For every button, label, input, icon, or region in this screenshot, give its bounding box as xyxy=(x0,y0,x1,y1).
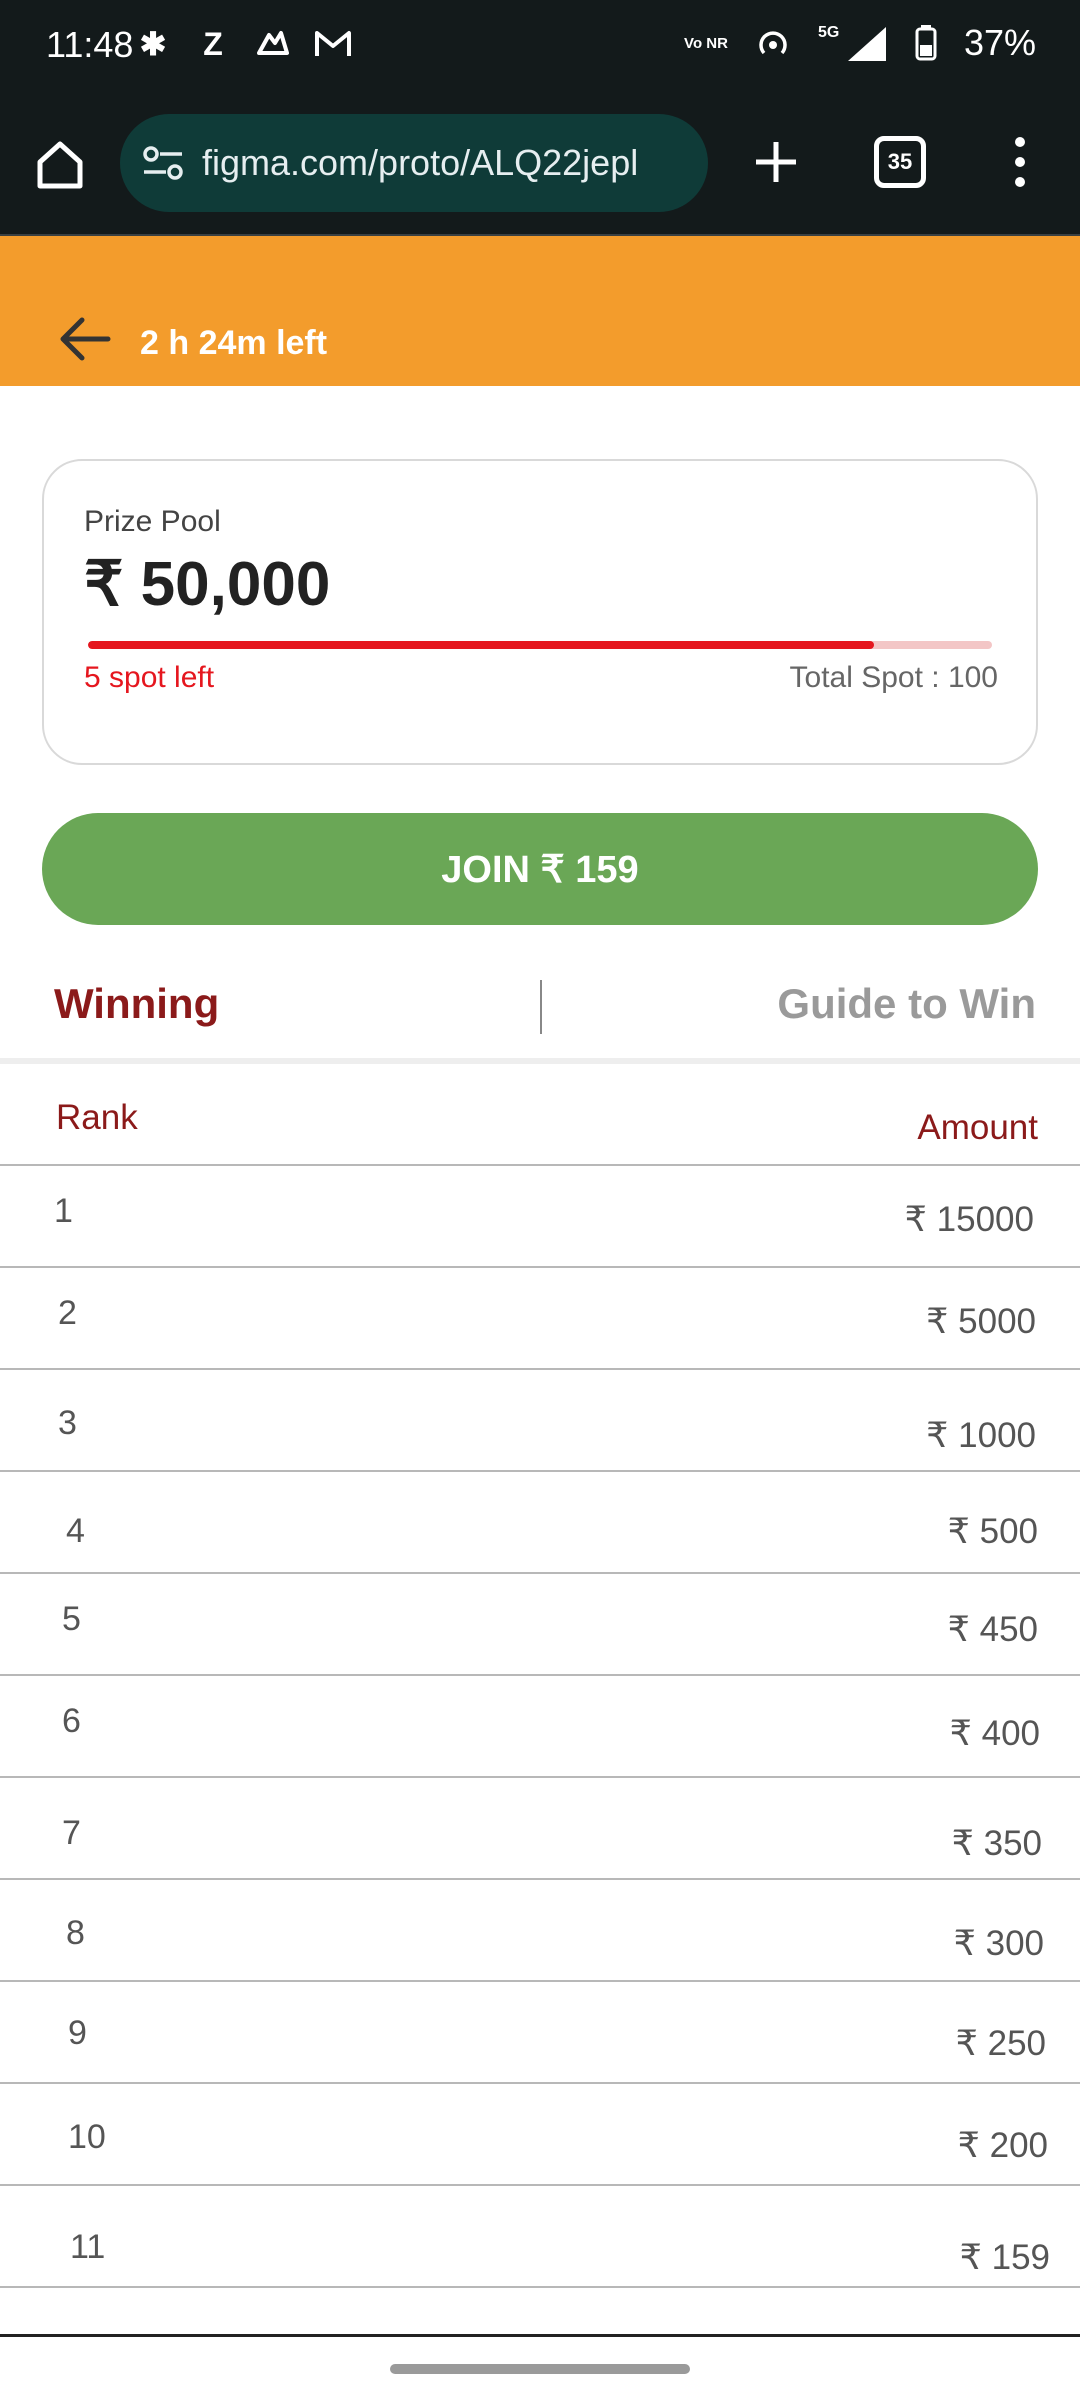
url-text: figma.com/proto/ALQ22jepl xyxy=(202,142,639,183)
new-tab-icon[interactable] xyxy=(748,134,804,190)
row-amount: ₹ 200 xyxy=(957,2126,1048,2165)
row-rank: 1 xyxy=(54,1192,73,1230)
table-row: 4 ₹ 500 xyxy=(0,1472,1080,1574)
battery-icon xyxy=(914,23,938,63)
table-row: 3 ₹ 1000 xyxy=(0,1370,1080,1472)
bottom-divider xyxy=(0,2334,1080,2337)
row-rank: 10 xyxy=(68,2118,106,2156)
row-amount: ₹ 15000 xyxy=(904,1200,1034,1239)
tab-divider xyxy=(540,980,542,1034)
vonr-icon: Vo NR xyxy=(684,34,728,52)
row-amount: ₹ 300 xyxy=(953,1924,1044,1963)
row-rank: 9 xyxy=(68,2014,87,2052)
spots-progress-bar xyxy=(88,641,992,649)
row-amount: ₹ 250 xyxy=(955,2024,1046,2063)
row-rank: 8 xyxy=(66,1914,85,1952)
total-spot-text: Total Spot : 100 xyxy=(789,661,998,694)
row-amount: ₹ 400 xyxy=(949,1714,1040,1753)
svg-text:5G: 5G xyxy=(818,24,839,41)
z-icon: Z xyxy=(203,25,223,62)
table-row: 7 ₹ 350 xyxy=(0,1778,1080,1880)
table-row: 1 ₹ 15000 xyxy=(0,1166,1080,1268)
gmail-icon xyxy=(314,24,352,64)
row-rank: 11 xyxy=(70,2228,106,2266)
hotspot-icon xyxy=(754,23,792,63)
spots-progress-fill xyxy=(88,641,875,649)
battery-percent: 37% xyxy=(963,22,1036,63)
row-rank: 2 xyxy=(58,1294,77,1332)
status-bar: 11:48 ✱ Z Vo NR 5G 37% xyxy=(0,0,1080,94)
row-amount: ₹ 5000 xyxy=(926,1302,1036,1341)
prize-pool-label: Prize Pool xyxy=(84,505,221,538)
table-row: 11 ₹ 159 xyxy=(0,2186,1080,2288)
table-row: 2 ₹ 5000 xyxy=(0,1268,1080,1370)
join-button[interactable]: JOIN ₹ 159 xyxy=(42,813,1038,925)
signal-5g-icon: 5G xyxy=(818,23,888,63)
back-arrow-icon[interactable] xyxy=(58,316,112,362)
prize-pool-amount: ₹ 50,000 xyxy=(84,550,331,619)
gesture-home-indicator[interactable] xyxy=(390,2364,690,2374)
tab-switcher-button[interactable]: 35 xyxy=(874,136,926,188)
row-amount: ₹ 1000 xyxy=(926,1416,1036,1455)
site-settings-icon[interactable] xyxy=(138,138,188,188)
row-rank: 7 xyxy=(62,1814,81,1852)
system-icons: Vo NR 5G 37% xyxy=(684,22,1036,64)
notification-icons: ✱ Z xyxy=(134,24,352,64)
tabs-divider-line xyxy=(0,1058,1080,1064)
more-menu-icon[interactable] xyxy=(1000,134,1040,190)
table-row: 6 ₹ 400 xyxy=(0,1676,1080,1778)
home-icon[interactable] xyxy=(30,134,90,194)
table-row: 8 ₹ 300 xyxy=(0,1880,1080,1982)
row-amount: ₹ 350 xyxy=(951,1824,1042,1863)
prize-pool-card: Prize Pool ₹ 50,000 5 spot left Total Sp… xyxy=(42,459,1038,765)
row-amount: ₹ 450 xyxy=(947,1610,1038,1649)
amount-column-header: Amount xyxy=(917,1108,1038,1147)
table-row: 5 ₹ 450 xyxy=(0,1574,1080,1676)
rank-column-header: Rank xyxy=(56,1098,138,1137)
browser-toolbar: figma.com/proto/ALQ22jepl 35 xyxy=(0,94,1080,236)
row-rank: 6 xyxy=(62,1702,81,1740)
slack-icon: ✱ xyxy=(139,26,167,62)
row-amount: ₹ 500 xyxy=(947,1512,1038,1551)
address-bar[interactable]: figma.com/proto/ALQ22jepl xyxy=(120,114,708,212)
table-row: 9 ₹ 250 xyxy=(0,1982,1080,2084)
row-rank: 3 xyxy=(58,1404,77,1442)
app-icon xyxy=(254,24,292,64)
row-rank: 4 xyxy=(66,1512,85,1550)
row-rank: 5 xyxy=(62,1600,81,1638)
spots-left-text: 5 spot left xyxy=(84,661,215,694)
table-row: 10 ₹ 200 xyxy=(0,2084,1080,2186)
tab-guide-to-win[interactable]: Guide to Win xyxy=(777,980,1036,1028)
contest-header: 2 h 24m left xyxy=(0,236,1080,386)
status-time: 11:48 xyxy=(46,24,134,65)
row-amount: ₹ 159 xyxy=(959,2238,1050,2277)
tab-winning[interactable]: Winning xyxy=(54,980,219,1028)
time-left: 2 h 24m left xyxy=(140,324,328,362)
